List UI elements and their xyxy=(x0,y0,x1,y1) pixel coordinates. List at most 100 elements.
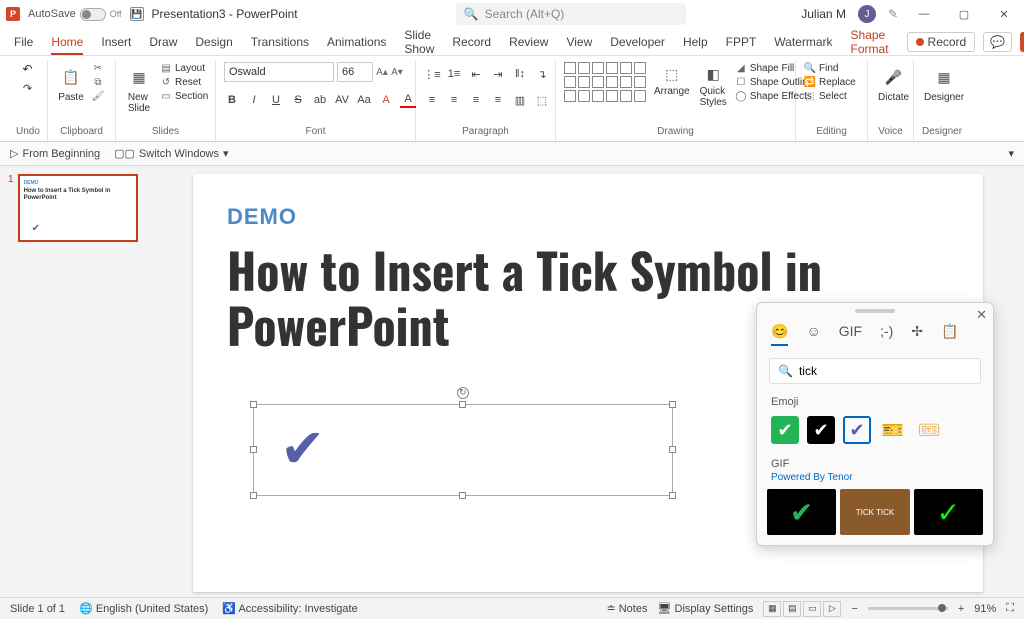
resize-handle-bm[interactable] xyxy=(459,492,466,499)
slideshow-view-icon[interactable]: ▷ xyxy=(823,601,841,617)
line-spacing-icon[interactable]: ‖↕ xyxy=(512,66,528,82)
save-icon[interactable]: 💾 xyxy=(130,7,144,21)
display-settings-button[interactable]: 🖥 Display Settings xyxy=(657,602,753,615)
menu-help[interactable]: Help xyxy=(683,35,708,49)
tab-gif-icon[interactable]: GIF xyxy=(839,323,862,346)
resize-handle-tl[interactable] xyxy=(250,401,257,408)
underline-button[interactable]: U xyxy=(268,92,284,108)
bullets-icon[interactable]: ⋮≡ xyxy=(424,66,440,82)
toggle-off-icon[interactable] xyxy=(80,8,106,21)
format-painter-icon[interactable]: 🖌 xyxy=(92,90,104,102)
emoji-ticket-yellow[interactable]: 🎟 xyxy=(915,416,943,444)
indent-dec-icon[interactable]: ⇤ xyxy=(468,66,484,82)
section-button[interactable]: ▭Section xyxy=(160,90,208,102)
share-button[interactable]: ↗Share▾ xyxy=(1020,32,1024,52)
shadow-button[interactable]: ab xyxy=(312,92,328,108)
menu-watermark[interactable]: Watermark xyxy=(774,35,832,49)
case-button[interactable]: Aa xyxy=(356,92,372,108)
menu-shape-format[interactable]: Shape Format xyxy=(851,28,889,56)
menu-transitions[interactable]: Transitions xyxy=(251,35,309,49)
cut-icon[interactable]: ✂ xyxy=(92,62,104,74)
spacing-button[interactable]: AV xyxy=(334,92,350,108)
notes-button[interactable]: ≐ Notes xyxy=(606,602,647,615)
resize-handle-mr[interactable] xyxy=(669,446,676,453)
menu-file[interactable]: File xyxy=(14,35,33,49)
resize-handle-br[interactable] xyxy=(669,492,676,499)
resize-handle-tr[interactable] xyxy=(669,401,676,408)
close-button[interactable]: ✕ xyxy=(990,3,1018,25)
normal-view-icon[interactable]: ▦ xyxy=(763,601,781,617)
zoom-in-icon[interactable]: + xyxy=(958,603,964,615)
font-name-combo[interactable]: Oswald xyxy=(224,62,334,82)
bold-button[interactable]: B xyxy=(224,92,240,108)
collapse-ribbon-icon[interactable]: ▾ xyxy=(1008,147,1014,160)
accessibility-label[interactable]: ♿ Accessibility: Investigate xyxy=(222,602,357,615)
language-label[interactable]: 🌐 English (United States) xyxy=(79,602,208,615)
emoji-check-black[interactable]: ✔ xyxy=(807,416,835,444)
minimize-button[interactable]: — xyxy=(910,3,938,25)
font-color-button[interactable]: A xyxy=(400,92,416,108)
menu-design[interactable]: Design xyxy=(195,35,232,49)
new-slide-button[interactable]: ▦New Slide xyxy=(124,62,154,116)
autosave-toggle[interactable]: AutoSave Off xyxy=(28,8,122,21)
designer-button[interactable]: ▦Designer xyxy=(922,62,966,105)
fit-window-icon[interactable]: ⛶ xyxy=(1006,602,1014,615)
menu-developer[interactable]: Developer xyxy=(610,35,665,49)
maximize-button[interactable]: ▢ xyxy=(950,3,978,25)
menu-record[interactable]: Record xyxy=(452,35,491,49)
undo-icon[interactable]: ↶ xyxy=(22,62,32,76)
emoji-check-green[interactable]: ✔ xyxy=(771,416,799,444)
quick-styles-button[interactable]: ◧Quick Styles xyxy=(698,62,729,110)
rotate-handle[interactable] xyxy=(457,387,469,399)
italic-button[interactable]: I xyxy=(246,92,262,108)
arrange-button[interactable]: ⬚Arrange xyxy=(652,62,692,99)
search-input[interactable]: 🔍 Search (Alt+Q) xyxy=(456,3,686,25)
zoom-slider[interactable] xyxy=(868,607,948,610)
layout-button[interactable]: ▤Layout xyxy=(160,62,208,74)
tab-kaomoji-icon[interactable]: ;-) xyxy=(880,323,893,346)
tab-symbols-icon[interactable]: ✢ xyxy=(911,323,923,346)
slide-thumbnail-1[interactable]: 1 DEMO How to Insert a Tick Symbol in Po… xyxy=(8,174,144,242)
gif-item-1[interactable]: ✔ xyxy=(767,489,836,535)
canvas-area[interactable]: DEMO How to Insert a Tick Symbol in Powe… xyxy=(152,166,1024,597)
resize-handle-bl[interactable] xyxy=(250,492,257,499)
comments-button[interactable]: 💬 xyxy=(983,32,1012,52)
tab-recent-icon[interactable]: 😊 xyxy=(771,323,788,346)
align-center-icon[interactable]: ≡ xyxy=(446,92,462,108)
numbering-icon[interactable]: 1≡ xyxy=(446,66,462,82)
switch-windows-button[interactable]: ▢▢Switch Windows▾ xyxy=(114,147,228,160)
sorter-view-icon[interactable]: ▤ xyxy=(783,601,801,617)
avatar[interactable]: J xyxy=(858,5,876,23)
align-left-icon[interactable]: ≡ xyxy=(424,92,440,108)
menu-view[interactable]: View xyxy=(566,35,592,49)
indent-inc-icon[interactable]: ⇥ xyxy=(490,66,506,82)
copy-icon[interactable]: ⧉ xyxy=(92,76,104,88)
from-beginning-button[interactable]: ▷From Beginning xyxy=(10,147,100,160)
increase-font-icon[interactable]: A▴ xyxy=(376,66,388,78)
pen-icon[interactable]: ✎ xyxy=(888,7,898,21)
emoji-search-input[interactable] xyxy=(799,364,972,378)
decrease-font-icon[interactable]: A▾ xyxy=(391,66,403,78)
redo-icon[interactable]: ↷ xyxy=(23,82,32,95)
tab-smiley-icon[interactable]: ☺ xyxy=(806,323,820,346)
align-right-icon[interactable]: ≡ xyxy=(468,92,484,108)
highlight-button[interactable]: A xyxy=(378,92,394,108)
reset-button[interactable]: ↺Reset xyxy=(160,76,208,88)
zoom-out-icon[interactable]: − xyxy=(851,603,857,615)
menu-animations[interactable]: Animations xyxy=(327,35,386,49)
replace-button[interactable]: 🔁Replace xyxy=(804,76,856,88)
shape-gallery[interactable] xyxy=(564,62,646,102)
menu-draw[interactable]: Draw xyxy=(149,35,177,49)
tab-clipboard-icon[interactable]: 📋 xyxy=(941,323,958,346)
zoom-level[interactable]: 91% xyxy=(974,603,996,615)
text-direction-icon[interactable]: ↴ xyxy=(534,66,550,82)
close-icon[interactable]: ✕ xyxy=(976,307,987,323)
selected-textbox[interactable]: ✔ xyxy=(253,404,673,496)
menu-home[interactable]: Home xyxy=(51,35,83,55)
resize-handle-ml[interactable] xyxy=(250,446,257,453)
reading-view-icon[interactable]: ▭ xyxy=(803,601,821,617)
paste-button[interactable]: 📋Paste xyxy=(56,62,86,105)
emoji-check-blue[interactable]: ✔ xyxy=(843,416,871,444)
find-button[interactable]: 🔍Find xyxy=(804,62,856,74)
select-button[interactable]: ⬚Select xyxy=(804,90,856,102)
